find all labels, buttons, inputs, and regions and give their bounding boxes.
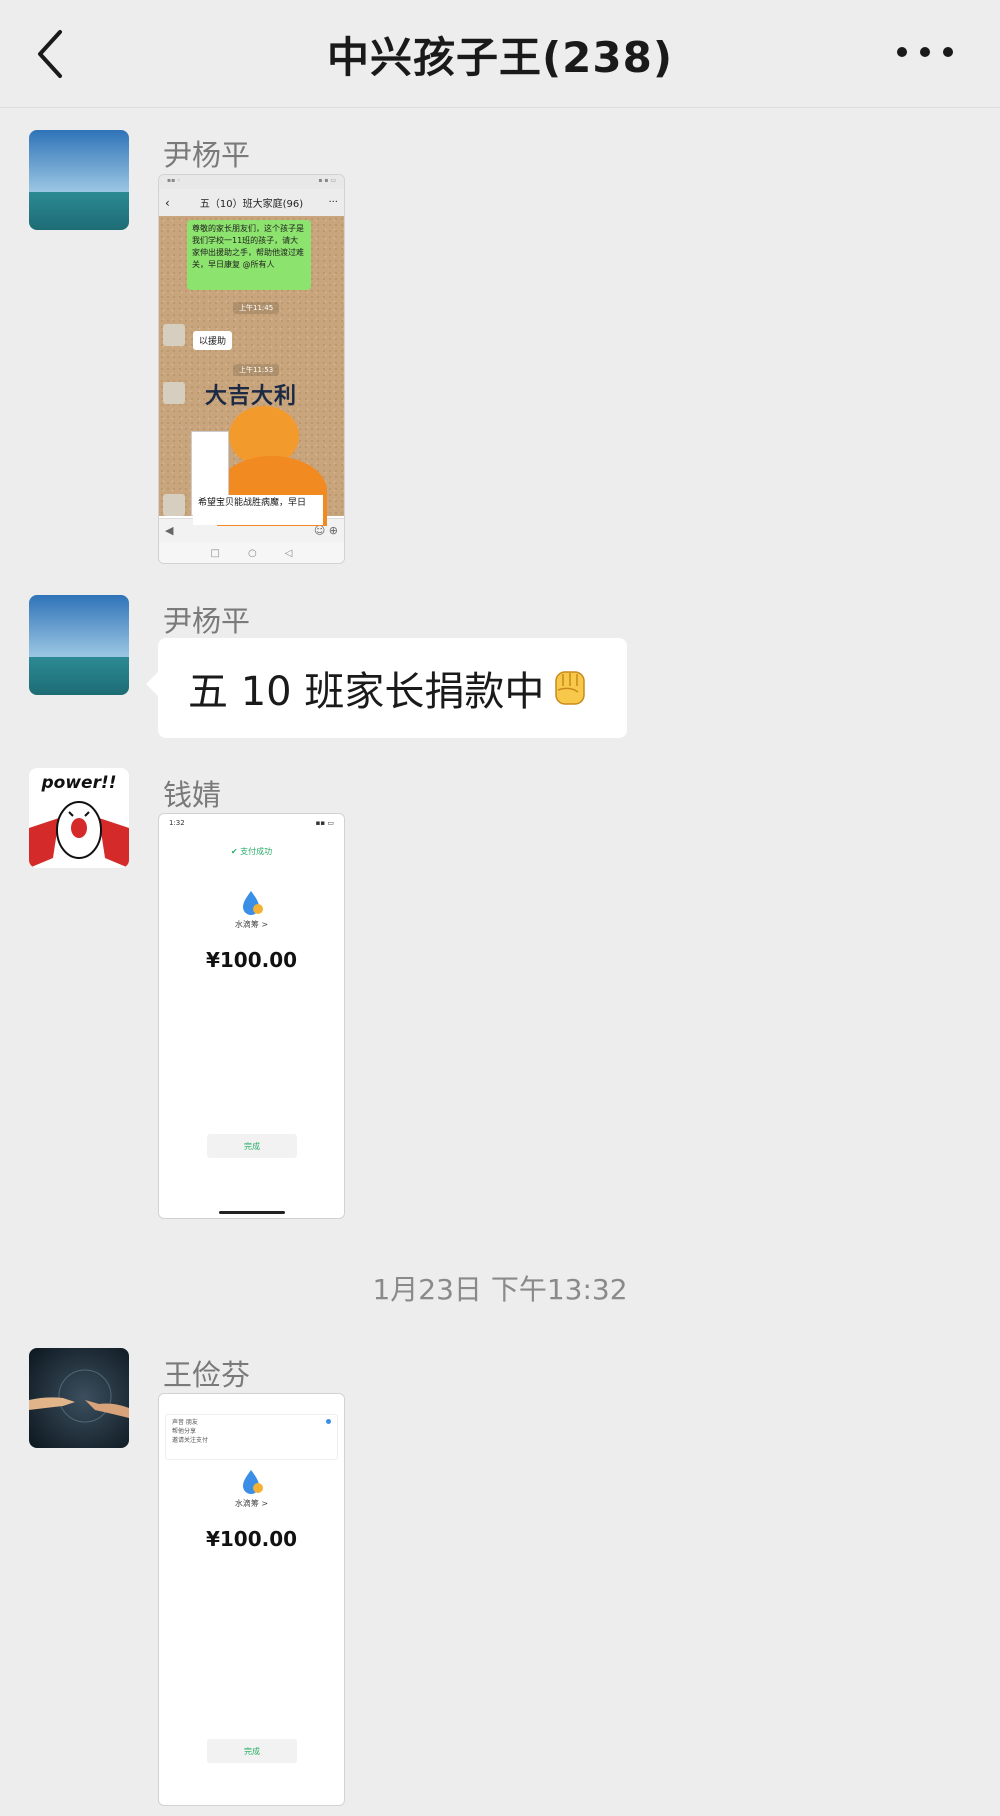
share-card: 声音 朋友 帮他分享 邀请关注支付 [165,1414,338,1460]
text-message-bubble[interactable]: 五 10 班家长捐款中 [146,638,627,738]
sender-name: 王俭芬 [163,1358,251,1392]
avatar-sender-1[interactable] [29,595,129,695]
home-indicator [219,1211,285,1214]
payment-success-label: ✔ 支付成功 [230,847,273,856]
svg-text:power!!: power!! [41,773,117,793]
inner-bubble-2: 希望宝贝能战胜病魔，早日 [193,495,323,525]
sender-name: 尹杨平 [163,138,251,172]
sea-avatar-image [29,130,129,230]
inner-avatar [163,324,185,346]
payment-amount: ¥100.00 [205,1527,298,1551]
inner-back-icon: ‹ [165,195,170,210]
message-text: 五 10 班家长捐款中 [188,669,545,715]
chat-header: 中兴孩子王(238) [0,0,1000,108]
waterdrop-logo-icon [242,1470,263,1494]
hands-avatar-image [29,1348,129,1448]
inner-chat-body: 尊敬的家长朋友们，这个孩子是我们学校一11班的孩子，请大家伸出援助之手，帮助他渡… [159,216,344,526]
inner-white-bubble: 以援助 [193,331,233,350]
inner-time-1: 上午11:45 [233,302,280,314]
image-message-chat-screenshot[interactable]: ▪▪ ◦ ▪ ▪ ▭ ‹ 五（10）班大家庭(96) ··· 尊敬的家长朋友们，这… [158,174,345,564]
avatar-sender-1[interactable] [29,130,129,230]
fist-emoji-icon [555,671,586,705]
inner-avatar [163,494,185,516]
inner-time-2: 上午11:53 [233,364,280,376]
inner-chat-nav: ‹ 五（10）班大家庭(96) ··· [159,189,344,216]
sender-name: 尹杨平 [163,604,251,638]
chat-title: 中兴孩子王(238) [326,33,674,82]
done-button: 完成 [207,1134,297,1158]
inner-avatar [163,382,185,404]
waterdrop-logo-icon [242,891,263,915]
inner-green-bubble: 尊敬的家长朋友们，这个孩子是我们学校一11班的孩子，请大家伸出援助之手，帮助他渡… [187,220,311,290]
status-bar: ▪▪ ◦ ▪ ▪ ▭ [159,175,344,189]
android-nav-bar: □ ○ ◁ [159,542,344,563]
inner-chat-title: 五（10）班大家庭(96) [199,199,304,210]
image-message-payment-screenshot[interactable]: 声音 朋友 帮他分享 邀请关注支付 水滴筹 > ¥100.00 完成 [158,1393,345,1806]
more-button[interactable] [892,40,958,64]
voice-icon: ◀ [165,524,174,537]
sender-name: 钱婧 [163,778,222,812]
payment-amount: ¥100.00 [205,948,298,972]
payee-name: 水滴筹 > [234,1499,269,1508]
inner-more-icon: ··· [328,197,338,208]
avatar-sender-2[interactable]: power!! [29,768,129,868]
sticker-text: 大吉大利 [205,384,298,409]
power-sticker-avatar: power!! [29,768,129,868]
sea-avatar-image [29,595,129,695]
more-icon [897,47,953,57]
avatar-sender-3[interactable] [29,1348,129,1448]
check-icon: ✔ [230,847,238,856]
image-message-payment-screenshot[interactable]: 1:32 ▪▪ ▭ ✔ 支付成功 水滴筹 > ¥100.00 完成 [158,813,345,1219]
payee-name: 水滴筹 > [234,920,269,929]
blue-dot-icon [326,1419,331,1424]
done-button: 完成 [207,1739,297,1763]
chat-timestamp: 1月23日 下午13:32 [372,1273,628,1306]
status-bar: 1:32 ▪▪ ▭ [169,819,334,827]
